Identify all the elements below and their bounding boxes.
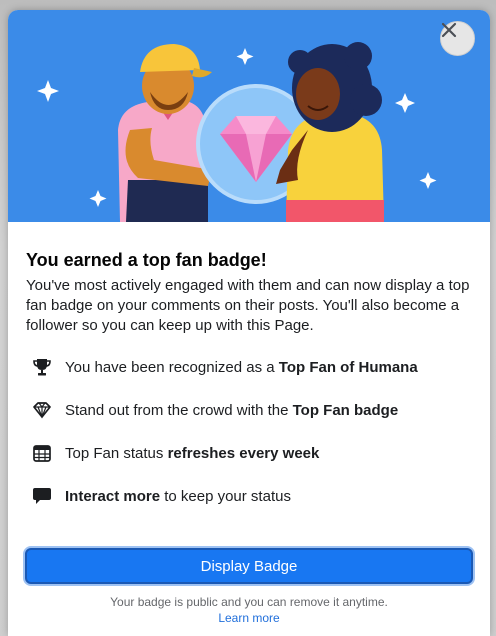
feature-item-badge: Stand out from the crowd with the Top Fa…	[30, 399, 482, 421]
feature-text: You have been recognized as a Top Fan of…	[65, 358, 418, 376]
feature-item-refresh: Top Fan status refreshes every week	[30, 442, 482, 464]
close-button[interactable]	[440, 21, 475, 56]
dialog-description: You've most actively engaged with them a…	[26, 277, 470, 334]
close-icon	[441, 22, 457, 38]
dialog-body: You earned a top fan badge! You've most …	[26, 248, 478, 336]
calendar-icon	[30, 442, 54, 464]
hero-illustration	[8, 10, 490, 222]
feature-list: You have been recognized as a Top Fan of…	[30, 356, 482, 528]
feature-text: Interact more to keep your status	[65, 487, 291, 505]
chat-bubble-icon	[30, 485, 54, 507]
privacy-note: Your badge is public and you can remove …	[110, 595, 388, 609]
diamond-icon	[30, 399, 54, 421]
trophy-icon	[30, 356, 54, 378]
feature-item-top-fan: You have been recognized as a Top Fan of…	[30, 356, 482, 378]
feature-text: Top Fan status refreshes every week	[65, 444, 320, 462]
learn-more-link[interactable]: Learn more	[8, 610, 490, 626]
top-fan-badge-dialog: You earned a top fan badge! You've most …	[8, 10, 490, 636]
dialog-title: You earned a top fan badge!	[26, 250, 267, 270]
feature-text: Stand out from the crowd with the Top Fa…	[65, 401, 399, 419]
fans-with-diamond-illustration	[37, 42, 437, 222]
feature-item-interact: Interact more to keep your status	[30, 485, 482, 507]
display-badge-button[interactable]: Display Badge	[25, 548, 473, 584]
